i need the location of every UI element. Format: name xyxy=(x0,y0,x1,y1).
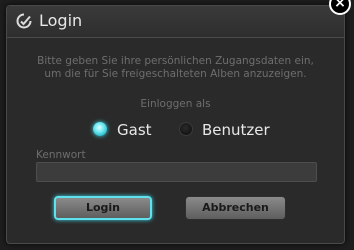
password-field[interactable] xyxy=(36,162,317,182)
dialog-title: Login xyxy=(39,11,83,30)
info-text: Bitte geben Sie ihre persönlichen Zugang… xyxy=(23,55,328,81)
dashboard-check-icon xyxy=(16,13,32,29)
radio-guest[interactable] xyxy=(93,122,107,136)
password-label: Kennwort xyxy=(36,149,86,161)
login-button[interactable]: Login xyxy=(54,196,152,220)
login-dialog: Login Bitte geben Sie ihre persönlichen … xyxy=(6,5,345,244)
radio-guest-label[interactable]: Gast xyxy=(117,121,152,139)
info-line-1: Bitte geben Sie ihre persönlichen Zugang… xyxy=(37,55,314,67)
radio-user-label[interactable]: Benutzer xyxy=(202,121,270,139)
dialog-titlebar[interactable]: Login xyxy=(7,6,344,38)
info-line-2: um die für Sie freigeschalteten Alben an… xyxy=(44,68,307,80)
login-as-label: Einloggen als xyxy=(140,98,211,110)
cancel-button[interactable]: Abbrechen xyxy=(185,196,286,220)
radio-user[interactable] xyxy=(179,122,193,136)
